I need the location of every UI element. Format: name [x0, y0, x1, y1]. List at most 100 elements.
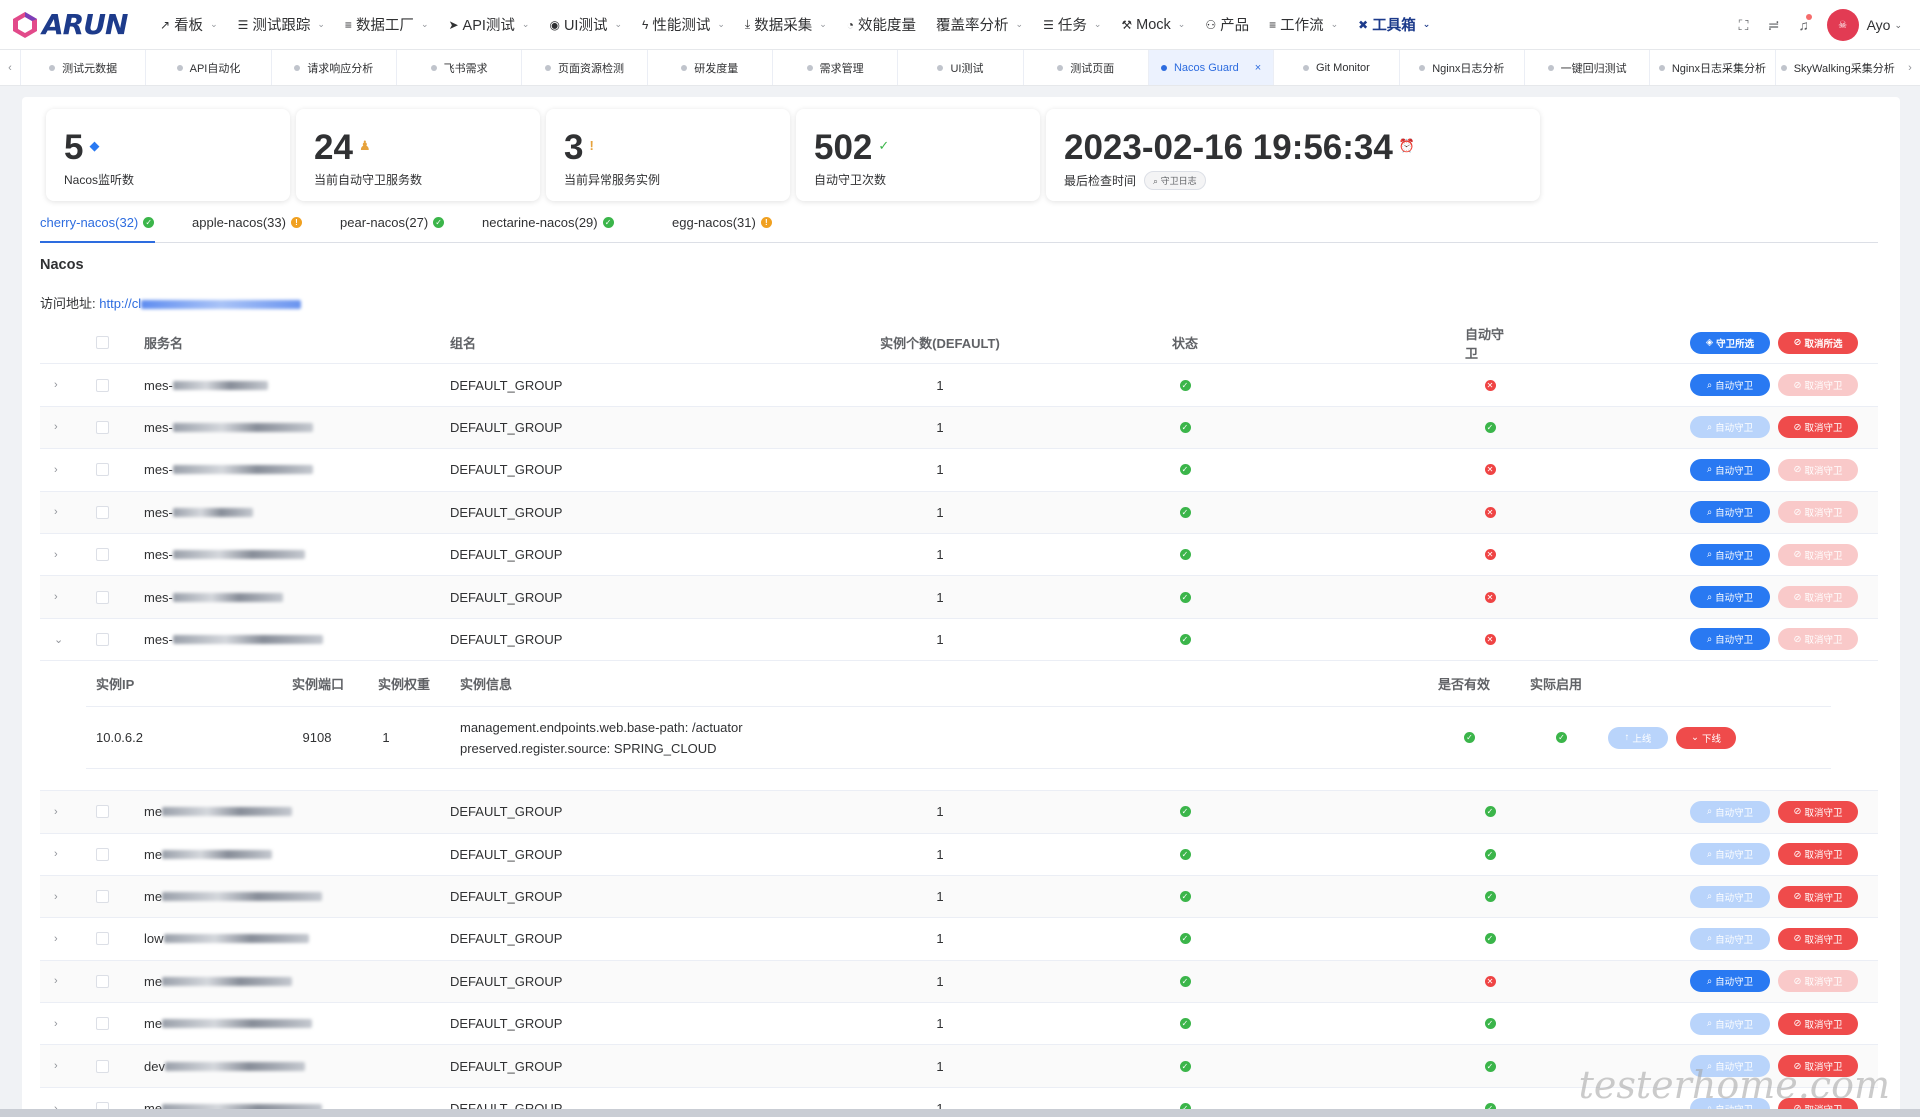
page-tab-11[interactable]: Nginx日志分析 [1398, 50, 1524, 85]
chevron-down-icon[interactable]: ⌄ [1894, 20, 1902, 31]
chevron-right-icon[interactable]: › [54, 576, 68, 617]
chevron-right-icon[interactable]: › [54, 876, 68, 917]
row-checkbox[interactable] [96, 876, 109, 917]
fullscreen-icon[interactable]: ⛶ [1729, 17, 1759, 34]
chevron-right-icon[interactable]: › [54, 791, 68, 832]
cancel-guard-button[interactable]: ⊘取消守卫 [1778, 843, 1858, 866]
address-link[interactable]: http://cl [99, 296, 302, 311]
cancel-guard-button[interactable]: ⊘取消守卫 [1778, 586, 1858, 609]
chevron-right-icon[interactable]: › [54, 1045, 68, 1086]
tab-scroll-right-icon[interactable]: › [1900, 50, 1920, 85]
menu-item-9[interactable]: ☰ 任务 ⌄ [1033, 0, 1111, 50]
menu-item-10[interactable]: ⚒ Mock ⌄ [1111, 0, 1195, 50]
cancel-guard-button[interactable]: ⊘取消守卫 [1778, 458, 1858, 481]
auto-guard-button[interactable]: ⌕自动守卫 [1690, 586, 1770, 609]
auto-guard-button[interactable]: ⌕自动守卫 [1690, 374, 1770, 397]
page-tab-1[interactable]: API自动化 [145, 50, 270, 85]
chevron-right-icon[interactable]: › [54, 834, 68, 875]
menu-item-5[interactable]: ϟ 性能测试 ⌄ [632, 0, 735, 50]
row-checkbox[interactable] [96, 407, 109, 448]
row-checkbox[interactable] [96, 1045, 109, 1086]
menu-item-4[interactable]: ◉ UI测试 ⌄ [539, 0, 632, 50]
translate-icon[interactable]: ≓ [1759, 17, 1789, 34]
online-button[interactable]: ↑ 上线 [1608, 726, 1668, 749]
page-tab-2[interactable]: 请求响应分析 [270, 50, 396, 85]
menu-item-6[interactable]: ⤓ 数据采集 ⌄ [735, 0, 837, 50]
page-tab-8[interactable]: 测试页面 [1022, 50, 1148, 85]
close-icon[interactable]: × [1255, 62, 1261, 74]
cancel-guard-button[interactable]: ⊘取消守卫 [1778, 501, 1858, 524]
row-checkbox[interactable] [96, 449, 109, 490]
page-tab-5[interactable]: 研发度量 [646, 50, 772, 85]
cancel-guard-button[interactable]: ⊘取消守卫 [1778, 543, 1858, 566]
cancel-guard-button[interactable]: ⊘取消守卫 [1778, 970, 1858, 993]
row-checkbox[interactable] [96, 534, 109, 575]
menu-item-11[interactable]: ⚇ 产品 [1195, 0, 1259, 50]
chevron-right-icon[interactable]: › [54, 407, 68, 448]
page-tab-13[interactable]: Nginx日志采集分析 [1649, 50, 1774, 85]
menu-item-2[interactable]: ≡ 数据工厂 ⌄ [335, 0, 439, 50]
auto-guard-button[interactable]: ⌕自动守卫 [1690, 927, 1770, 950]
auto-guard-button[interactable]: ⌕自动守卫 [1690, 628, 1770, 651]
auto-guard-button[interactable]: ⌕自动守卫 [1690, 843, 1770, 866]
bell-icon[interactable]: ♫ [1789, 14, 1819, 33]
chevron-right-icon[interactable]: › [54, 364, 68, 405]
horizontal-scrollbar[interactable] [0, 1109, 1920, 1117]
menu-item-3[interactable]: ➤ API测试 ⌄ [438, 0, 539, 50]
nacos-tab-0[interactable]: cherry-nacos(32) ✓ [40, 215, 155, 243]
page-tab-9[interactable]: Nacos Guard × [1147, 50, 1274, 85]
auto-guard-button[interactable]: ⌕自动守卫 [1690, 1012, 1770, 1035]
auto-guard-button[interactable]: ⌕自动守卫 [1690, 885, 1770, 908]
cancel-guard-button[interactable]: ⊘取消守卫 [1778, 416, 1858, 439]
offline-button[interactable]: ⌄ 下线 [1676, 726, 1736, 749]
menu-item-1[interactable]: ☰ 测试跟踪 ⌄ [228, 0, 335, 50]
avatar[interactable]: ☠ [1826, 9, 1859, 41]
page-tab-0[interactable]: 测试元数据 [20, 50, 145, 85]
chevron-right-icon[interactable]: › [54, 534, 68, 575]
row-checkbox[interactable] [96, 492, 109, 533]
guard-selected-button[interactable]: ◈ 守卫所选 [1690, 331, 1770, 354]
row-checkbox[interactable] [96, 364, 109, 405]
page-tab-6[interactable]: 需求管理 [771, 50, 897, 85]
page-tab-3[interactable]: 飞书需求 [395, 50, 521, 85]
page-tab-10[interactable]: Git Monitor [1273, 50, 1398, 85]
auto-guard-button[interactable]: ⌕自动守卫 [1690, 543, 1770, 566]
chevron-right-icon[interactable]: › [54, 492, 68, 533]
guard-log-button[interactable]: ⌕ 守卫日志 [1144, 171, 1206, 190]
row-checkbox[interactable] [96, 791, 109, 832]
nacos-tab-4[interactable]: egg-nacos(31)! [672, 215, 772, 243]
row-checkbox[interactable] [96, 834, 109, 875]
cancel-guard-button[interactable]: ⊘取消守卫 [1778, 374, 1858, 397]
nacos-tab-1[interactable]: apple-nacos(33)! [192, 215, 302, 243]
auto-guard-button[interactable]: ⌕自动守卫 [1690, 416, 1770, 439]
menu-item-7[interactable]: ◔ 效能度量 [837, 0, 926, 50]
nacos-tab-2[interactable]: pear-nacos(27) ✓ [340, 215, 445, 243]
tab-scroll-left-icon[interactable]: ‹ [0, 50, 20, 85]
nacos-tab-3[interactable]: nectarine-nacos(29) ✓ [482, 215, 614, 243]
menu-item-0[interactable]: ↗ 看板 ⌄ [150, 0, 228, 50]
auto-guard-button[interactable]: ⌕自动守卫 [1690, 800, 1770, 823]
menu-item-12[interactable]: ≡ 工作流 ⌄ [1259, 0, 1348, 50]
page-tab-7[interactable]: UI测试 [897, 50, 1022, 85]
auto-guard-button[interactable]: ⌕自动守卫 [1690, 970, 1770, 993]
row-checkbox[interactable] [96, 918, 109, 959]
select-all-checkbox[interactable] [96, 322, 109, 363]
cancel-guard-button[interactable]: ⊘取消守卫 [1778, 628, 1858, 651]
menu-item-13[interactable]: ✖ 工具箱 ⌄ [1348, 0, 1440, 50]
chevron-right-icon[interactable]: › [54, 449, 68, 490]
cancel-guard-button[interactable]: ⊘取消守卫 [1778, 800, 1858, 823]
row-checkbox[interactable] [96, 576, 109, 617]
row-checkbox[interactable] [96, 619, 109, 660]
cancel-selected-button[interactable]: ⊘ 取消所选 [1778, 331, 1858, 354]
auto-guard-button[interactable]: ⌕自动守卫 [1690, 501, 1770, 524]
page-tab-12[interactable]: 一键回归测试 [1523, 50, 1649, 85]
app-logo[interactable]: ARUN [0, 0, 150, 50]
chevron-right-icon[interactable]: › [54, 1003, 68, 1044]
chevron-down-icon[interactable]: ⌄ [54, 619, 68, 660]
user-name[interactable]: Ayo [1867, 17, 1891, 33]
row-checkbox[interactable] [96, 1003, 109, 1044]
menu-item-8[interactable]: 覆盖率分析 ⌄ [926, 0, 1033, 50]
cancel-guard-button[interactable]: ⊘取消守卫 [1778, 1012, 1858, 1035]
page-tab-4[interactable]: 页面资源检测 [521, 50, 646, 85]
row-checkbox[interactable] [96, 961, 109, 1002]
